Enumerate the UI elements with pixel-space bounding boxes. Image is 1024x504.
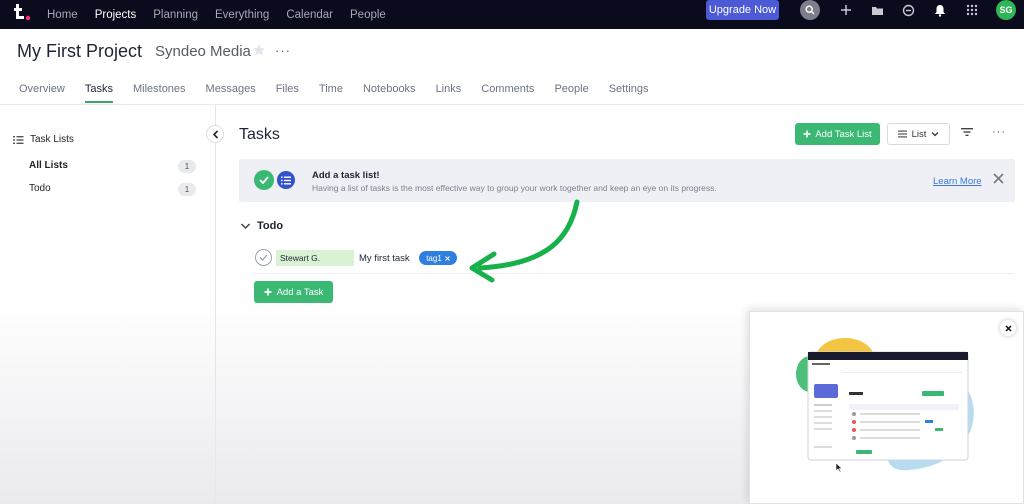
main-nav: Home Projects Planning Everything Calend… xyxy=(47,0,403,29)
tab-links[interactable]: Links xyxy=(436,83,462,103)
check-icon xyxy=(254,170,274,190)
add-task-list-label: Add Task List xyxy=(815,128,872,140)
view-select-label: List xyxy=(911,128,927,140)
add-task-list-banner: Add a task list! Having a list of tasks … xyxy=(239,159,1015,202)
collapse-sidebar-button[interactable] xyxy=(206,125,224,143)
page-title: Tasks xyxy=(239,126,280,143)
search-icon[interactable] xyxy=(800,0,820,20)
check-icon xyxy=(259,254,268,261)
task-list-title[interactable]: Todo xyxy=(257,220,283,232)
list-icon xyxy=(13,135,24,144)
upgrade-now-button[interactable]: Upgrade Now xyxy=(706,0,779,20)
tab-settings[interactable]: Settings xyxy=(609,83,649,103)
preview-popup xyxy=(749,311,1024,504)
tag-remove-icon[interactable] xyxy=(444,255,450,261)
user-avatar[interactable]: SG xyxy=(996,0,1016,20)
chevron-down-icon[interactable] xyxy=(240,220,251,232)
mouse-cursor-icon xyxy=(835,462,843,473)
nav-projects[interactable]: Projects xyxy=(95,9,137,21)
sidebar-count-todo: 1 xyxy=(178,183,196,196)
teamwork-logo-icon[interactable] xyxy=(13,2,33,24)
add-a-task-button[interactable]: Add a Task xyxy=(254,281,333,303)
plus-icon[interactable] xyxy=(836,0,856,20)
tab-tasks[interactable]: Tasks xyxy=(84,83,113,103)
plus-icon xyxy=(264,288,272,296)
task-list-icon xyxy=(275,169,297,191)
annotation-arrow xyxy=(469,199,580,283)
sidebar-item-todo[interactable]: Todo xyxy=(29,183,51,194)
tab-milestones[interactable]: Milestones xyxy=(133,83,186,103)
banner-description: Having a list of tasks is the most effec… xyxy=(312,183,717,193)
tab-files[interactable]: Files xyxy=(276,83,299,103)
add-a-task-label: Add a Task xyxy=(276,286,324,298)
filter-icon[interactable] xyxy=(961,127,973,137)
app-preview-illustration xyxy=(796,338,974,471)
nav-everything[interactable]: Everything xyxy=(215,9,269,21)
task-complete-checkbox[interactable] xyxy=(255,249,272,266)
top-navigation-bar: Home Projects Planning Everything Calend… xyxy=(0,0,1024,29)
learn-more-link[interactable]: Learn More xyxy=(933,176,982,187)
project-company[interactable]: Syndeo Media xyxy=(155,43,251,60)
sidebar-count-all-lists: 1 xyxy=(178,160,196,173)
add-task-list-button[interactable]: Add Task List xyxy=(795,123,880,145)
banner-title: Add a task list! xyxy=(312,170,380,181)
tab-overview[interactable]: Overview xyxy=(19,83,65,103)
tab-people[interactable]: People xyxy=(554,83,588,103)
task-lists-label: Task Lists xyxy=(30,134,74,145)
task-row-divider xyxy=(254,273,1014,274)
sidebar-item-all-lists[interactable]: All Lists xyxy=(29,160,68,171)
list-view-icon xyxy=(897,130,907,138)
apps-grid-icon[interactable] xyxy=(962,0,982,20)
view-select-dropdown[interactable]: List xyxy=(887,123,950,145)
project-title: My First Project xyxy=(17,41,143,61)
task-lists-sidebar: Task Lists All Lists 1 Todo 1 xyxy=(0,105,216,504)
task-tag[interactable]: tag1 xyxy=(419,251,457,265)
clock-icon[interactable] xyxy=(898,0,918,20)
tab-comments[interactable]: Comments xyxy=(481,83,534,103)
task-name[interactable]: My first task xyxy=(359,253,410,264)
tab-notebooks[interactable]: Notebooks xyxy=(363,83,416,103)
more-options-icon[interactable]: ··· xyxy=(992,126,1006,138)
task-lists-heading: Task Lists xyxy=(13,134,74,145)
plus-icon xyxy=(803,130,811,138)
bell-icon[interactable] xyxy=(930,0,950,20)
folder-icon[interactable] xyxy=(867,0,887,20)
chevron-left-icon xyxy=(212,129,218,139)
nav-people[interactable]: People xyxy=(350,9,386,21)
close-icon[interactable] xyxy=(993,173,1004,184)
task-assignee[interactable]: Stewart G. xyxy=(276,250,354,266)
tab-messages[interactable]: Messages xyxy=(206,83,256,103)
tab-time[interactable]: Time xyxy=(319,83,343,103)
nav-planning[interactable]: Planning xyxy=(153,9,198,21)
task-tag-label: tag1 xyxy=(426,253,442,263)
star-icon[interactable] xyxy=(252,43,266,57)
project-tabs: Overview Tasks Milestones Messages Files… xyxy=(19,83,668,103)
nav-calendar[interactable]: Calendar xyxy=(286,9,333,21)
nav-home[interactable]: Home xyxy=(47,9,78,21)
project-more-icon[interactable]: ··· xyxy=(275,43,291,58)
chevron-down-icon xyxy=(931,132,939,137)
